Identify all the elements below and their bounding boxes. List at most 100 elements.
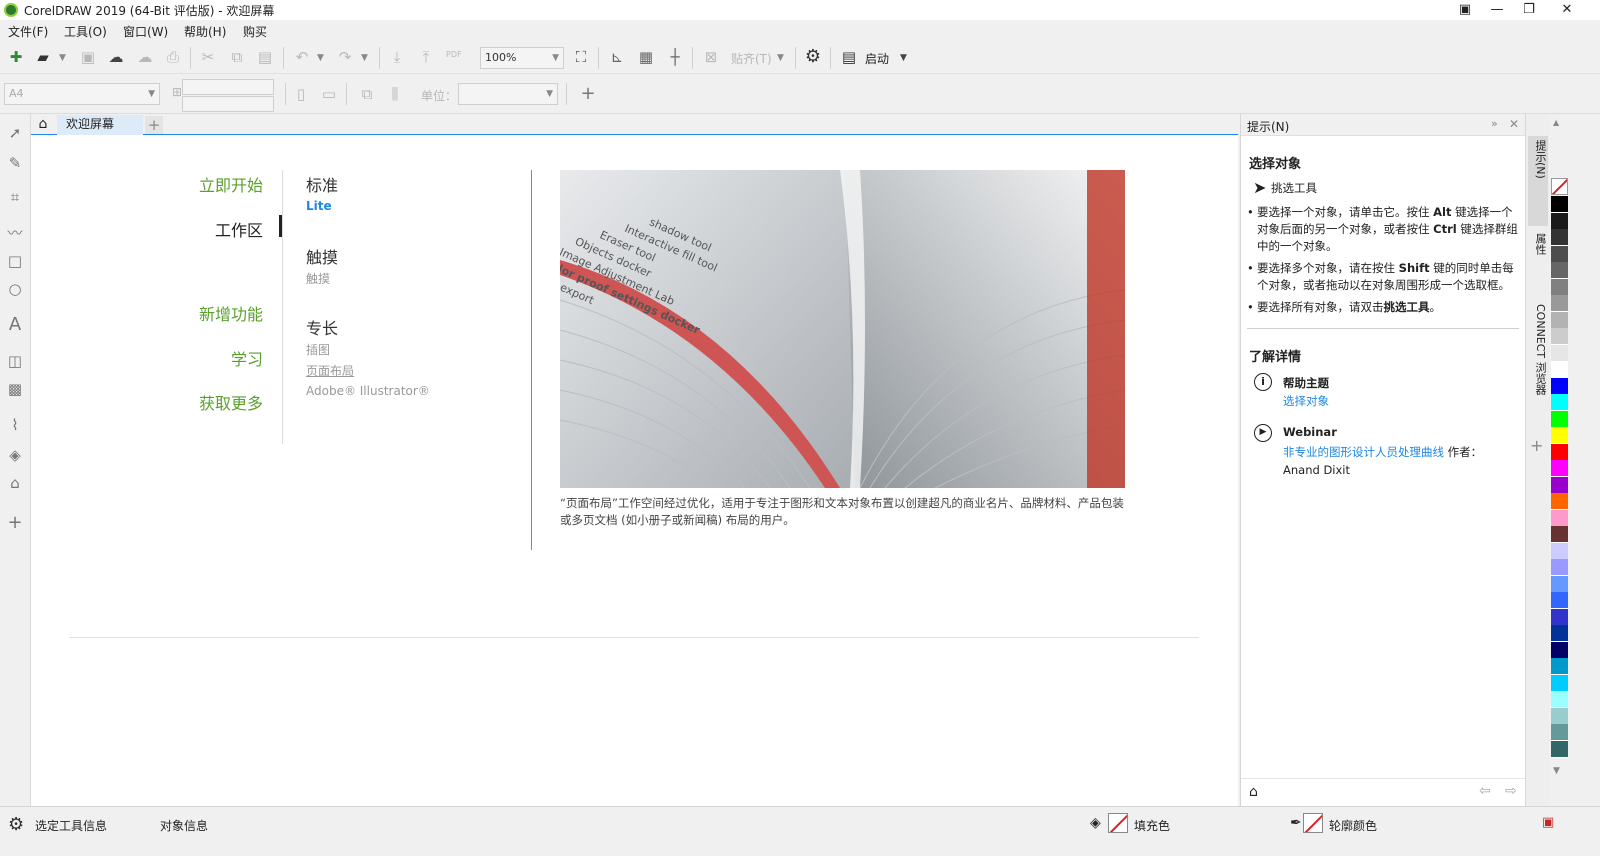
copy-icon[interactable]: ⧉ [226,46,248,68]
palette-swatch[interactable] [1551,509,1568,527]
home-icon[interactable]: ⌂ [33,115,53,134]
webinar-link[interactable]: 非专业的图形设计人员处理曲线 [1283,445,1444,459]
no-color-swatch[interactable] [1551,178,1568,195]
import-icon[interactable]: ⤓ [386,46,408,68]
options-gear-icon[interactable]: ⚙ [802,46,824,68]
paste-icon[interactable]: ▤ [254,46,276,68]
page-height-field[interactable] [182,96,274,112]
palette-swatch[interactable] [1551,559,1568,576]
palette-swatch[interactable] [1551,691,1568,708]
help-topic-link[interactable]: 选择对象 [1283,393,1329,409]
open-dropdown-icon[interactable]: ▼ [59,53,66,63]
nav-learn[interactable]: 学习 [143,346,263,370]
publish-pdf-icon[interactable]: PDF [446,50,462,59]
palette-scroll-up-icon[interactable]: ▲ [1553,118,1559,127]
show-grid-icon[interactable]: ▦ [635,46,657,68]
freehand-tool-icon[interactable]: 〰 [4,222,26,244]
palette-swatch[interactable] [1551,641,1568,659]
snap-to-label[interactable]: 贴齐(T) [731,50,772,67]
units-select[interactable]: ▼ [458,83,558,105]
launch-icon[interactable]: ▤ [838,46,860,68]
cloud-download-icon[interactable]: ☁ [105,46,127,68]
save-icon[interactable]: ▣ [77,46,99,68]
landscape-icon[interactable]: ▭ [318,83,340,105]
workspace-lite-link[interactable]: Lite [306,199,332,213]
add-tool-icon[interactable]: + [4,512,26,534]
menu-buy[interactable]: 购买 [243,23,267,40]
print-icon[interactable]: ⎙ [162,46,184,68]
workspace-touch-link[interactable]: 触摸 [306,270,330,287]
palette-swatch[interactable] [1551,295,1568,312]
cloud-upload-icon[interactable]: ☁ [134,46,156,68]
palette-swatch[interactable] [1551,707,1568,725]
eyedropper-tool-icon[interactable]: ⌇ [4,414,26,436]
palette-swatch[interactable] [1551,311,1568,329]
redo-dropdown-icon[interactable]: ▼ [361,53,368,63]
workspace-adobe-illustrator-link[interactable]: Adobe® Illustrator® [306,384,430,398]
palette-swatch[interactable] [1551,443,1568,461]
crop-tool-icon[interactable]: ⌗ [4,186,26,208]
text-tool-icon[interactable]: A [4,314,26,336]
palette-swatch[interactable] [1551,476,1568,494]
add-icon[interactable]: + [577,83,599,105]
page-width-field[interactable] [182,79,274,95]
palette-swatch[interactable] [1551,394,1568,411]
nav-get-started[interactable]: 立即开始 [143,172,263,196]
dock-tab-properties[interactable]: 属性 [1528,229,1548,289]
launch-dropdown-icon[interactable]: ▼ [900,53,907,63]
palette-swatch[interactable] [1551,608,1568,626]
transparency-tool-icon[interactable]: ▩ [4,378,26,400]
palette-swatch[interactable] [1551,328,1568,345]
palette-swatch[interactable] [1551,212,1568,230]
menu-file[interactable]: 文件(F) [8,23,48,40]
snap-off-icon[interactable]: ⊠ [700,46,722,68]
palette-swatch[interactable] [1551,724,1568,741]
palette-swatch[interactable] [1551,229,1568,246]
palette-swatch[interactable] [1551,674,1568,692]
ellipse-tool-icon[interactable]: ○ [4,278,26,300]
palette-swatch[interactable] [1551,245,1568,263]
palette-swatch[interactable] [1551,575,1568,593]
palette-swatch[interactable] [1551,625,1568,642]
add-docker-icon[interactable]: + [1530,436,1543,455]
drop-shadow-tool-icon[interactable]: ◫ [4,350,26,372]
smart-fill-tool-icon[interactable]: ⌂ [4,472,26,494]
menu-tools[interactable]: 工具(O) [64,23,107,40]
forward-arrow-icon[interactable]: ⇨ [1505,783,1517,799]
undo-icon[interactable]: ↶ [291,46,313,68]
undo-dropdown-icon[interactable]: ▼ [317,53,324,63]
show-rulers-icon[interactable]: ⊾ [606,46,628,68]
palette-swatch[interactable] [1551,592,1568,609]
page-size-dropdown-icon[interactable]: ▼ [148,84,155,104]
restore-icon[interactable]: ❐ [1514,0,1544,20]
close-docker-icon[interactable]: ✕ [1509,117,1519,131]
show-guidelines-icon[interactable]: ┼ [664,46,686,68]
palette-swatch[interactable] [1551,377,1568,395]
shape-tool-icon[interactable]: ✎ [4,152,26,174]
interactive-fill-tool-icon[interactable]: ◈ [4,444,26,466]
pick-tool-icon[interactable]: ➚ [4,122,26,144]
palette-swatch[interactable] [1551,262,1568,279]
palette-swatch[interactable] [1551,196,1568,213]
workspace-page-layout-link[interactable]: 页面布局 [306,362,354,379]
menu-help[interactable]: 帮助(H) [184,23,226,40]
palette-swatch[interactable] [1551,658,1568,675]
fill-color-swatch[interactable] [1108,813,1128,833]
nav-get-more[interactable]: 获取更多 [143,390,263,414]
rectangle-tool-icon[interactable]: □ [4,250,26,272]
user-account-icon[interactable]: ▣ [1450,0,1480,20]
collapse-docker-icon[interactable]: » [1491,117,1498,130]
palette-swatch[interactable] [1551,361,1568,378]
export-icon[interactable]: ⤒ [415,46,437,68]
tab-welcome-screen[interactable]: 欢迎屏幕 [57,115,143,135]
units-dropdown-icon[interactable]: ▼ [546,84,553,104]
workspace-illustration-link[interactable]: 插图 [306,341,330,358]
new-document-icon[interactable]: ✚ [5,46,27,68]
palette-swatch[interactable] [1551,740,1568,758]
dock-tab-hints[interactable]: 提示(N) [1528,136,1548,226]
palette-scroll-down-icon[interactable]: ▼ [1553,766,1560,776]
nav-whats-new[interactable]: 新增功能 [143,301,263,325]
minimize-icon[interactable]: — [1482,0,1512,20]
page-size-select[interactable]: A4 ▼ [4,83,160,105]
play-icon[interactable]: ▶ [1254,424,1272,442]
